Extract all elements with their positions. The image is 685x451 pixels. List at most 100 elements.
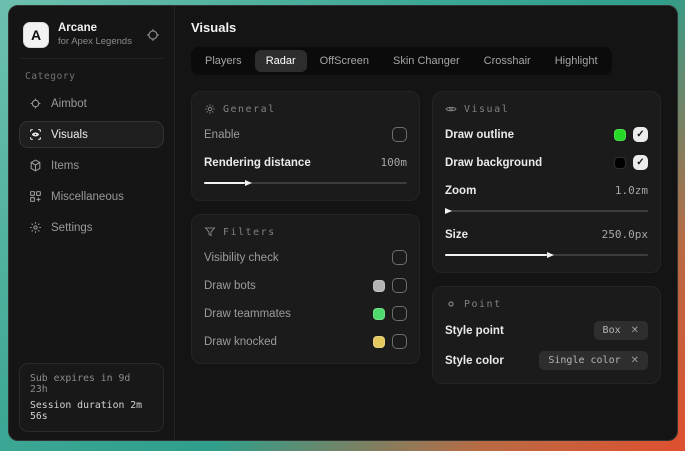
content-area: General Enable ✓ Rendering distance 100m [191,91,661,384]
slider-thumb[interactable] [445,208,452,214]
sidebar-item-label: Settings [51,222,93,234]
style-point-select[interactable]: Box ✕ [594,321,648,340]
clear-icon[interactable]: ✕ [631,356,639,366]
draw-bots-checkbox[interactable]: ✓ [392,278,407,293]
draw-knocked-label: Draw knocked [204,336,277,348]
main-panel: Visuals Players Radar OffScreen Skin Cha… [175,6,677,440]
app-subtitle: for Apex Legends [58,37,137,48]
sidebar-item-label: Visuals [51,129,88,141]
draw-knocked-checkbox[interactable]: ✓ [392,334,407,349]
zoom-row: Zoom 1.0zm [445,182,648,199]
right-column: Visual Draw outline ✓ Draw background [432,91,661,384]
size-label: Size [445,229,468,241]
draw-outline-color-swatch[interactable] [614,129,626,141]
draw-outline-controls: ✓ [614,127,648,142]
sidebar-item-miscellaneous[interactable]: Miscellaneous [19,183,164,210]
visual-panel-title: Visual [464,104,509,115]
general-panel: General Enable ✓ Rendering distance 100m [191,91,420,201]
general-panel-header: General [204,103,407,115]
filters-panel-title: Filters [223,227,276,238]
sidebar-spacer [19,243,164,363]
visibility-check-label: Visibility check [204,252,279,264]
scan-eye-icon [29,128,42,141]
rendering-distance-label: Rendering distance [204,157,311,169]
visual-panel: Visual Draw outline ✓ Draw background [432,91,661,273]
filters-panel: Filters Visibility check ✓ Draw bots ✓ [191,214,420,364]
draw-bots-color-swatch[interactable] [373,280,385,292]
eye-icon [445,103,457,115]
enable-row: Enable ✓ [204,126,407,143]
point-panel-title: Point [464,299,502,310]
draw-background-color-swatch[interactable] [614,157,626,169]
size-slider[interactable] [445,250,648,259]
dot-icon [445,298,457,310]
visibility-check-row: Visibility check ✓ [204,249,407,266]
enable-checkbox[interactable]: ✓ [392,127,407,142]
sidebar-item-items[interactable]: Items [19,152,164,179]
style-point-row: Style point Box ✕ [445,321,648,340]
tab-skin-changer[interactable]: Skin Changer [382,50,471,72]
visual-panel-header: Visual [445,103,648,115]
check-icon: ✓ [636,130,644,140]
size-value: 250.0px [602,228,648,241]
zoom-value: 1.0zm [615,184,648,197]
filters-panel-header: Filters [204,226,407,238]
sidebar-item-visuals[interactable]: Visuals [19,121,164,148]
slider-fill [445,254,547,256]
enable-label: Enable [204,129,240,141]
slider-thumb[interactable] [547,252,554,258]
draw-bots-row: Draw bots ✓ [204,277,407,294]
size-row: Size 250.0px [445,226,648,243]
style-color-value: Single color [548,355,620,366]
gear-icon [29,221,42,234]
clear-icon[interactable]: ✕ [631,326,639,336]
session-duration-text: Session duration 2m 56s [30,400,153,422]
general-panel-title: General [223,104,276,115]
draw-teammates-color-swatch[interactable] [373,308,385,320]
tab-crosshair[interactable]: Crosshair [473,50,542,72]
style-color-label: Style color [445,355,504,367]
draw-knocked-color-swatch[interactable] [373,336,385,348]
package-icon [29,159,42,172]
draw-outline-row: Draw outline ✓ [445,126,648,143]
tab-radar[interactable]: Radar [255,50,307,72]
crosshair-icon [29,97,42,110]
funnel-icon [204,226,216,238]
sidebar-item-aimbot[interactable]: Aimbot [19,90,164,117]
sub-expiry-text: Sub expires in 9d 23h [30,373,153,395]
check-icon: ✓ [636,158,644,168]
zoom-label: Zoom [445,185,476,197]
category-label: Category [25,71,158,82]
rendering-distance-value: 100m [381,156,408,169]
sidebar: A Arcane for Apex Legends Category Aimbo… [9,6,175,440]
draw-teammates-checkbox[interactable]: ✓ [392,306,407,321]
sidebar-item-settings[interactable]: Settings [19,214,164,241]
slider-thumb[interactable] [245,180,252,186]
subscription-info-card: Sub expires in 9d 23h Session duration 2… [19,363,164,432]
grid-icon [29,190,42,203]
app-titles: Arcane for Apex Legends [58,22,137,48]
draw-outline-checkbox[interactable]: ✓ [633,127,648,142]
tab-highlight[interactable]: Highlight [544,50,609,72]
draw-bots-controls: ✓ [373,278,407,293]
visuals-tabbar: Players Radar OffScreen Skin Changer Cro… [191,47,612,75]
tab-offscreen[interactable]: OffScreen [309,50,380,72]
draw-outline-label: Draw outline [445,129,514,141]
draw-background-label: Draw background [445,157,542,169]
draw-teammates-label: Draw teammates [204,308,291,320]
draw-knocked-row: Draw knocked ✓ [204,333,407,350]
point-panel-header: Point [445,298,648,310]
slider-fill [204,182,245,184]
style-color-row: Style color Single color ✕ [445,351,648,370]
tab-players[interactable]: Players [194,50,253,72]
sidebar-item-label: Items [51,160,79,172]
style-color-select[interactable]: Single color ✕ [539,351,648,370]
draw-background-checkbox[interactable]: ✓ [633,155,648,170]
zoom-slider[interactable] [445,206,648,215]
app-logo: A [23,22,49,48]
visibility-check-checkbox[interactable]: ✓ [392,250,407,265]
slider-track [445,210,648,212]
draw-background-controls: ✓ [614,155,648,170]
rendering-distance-slider[interactable] [204,178,407,187]
target-icon[interactable] [146,28,160,42]
